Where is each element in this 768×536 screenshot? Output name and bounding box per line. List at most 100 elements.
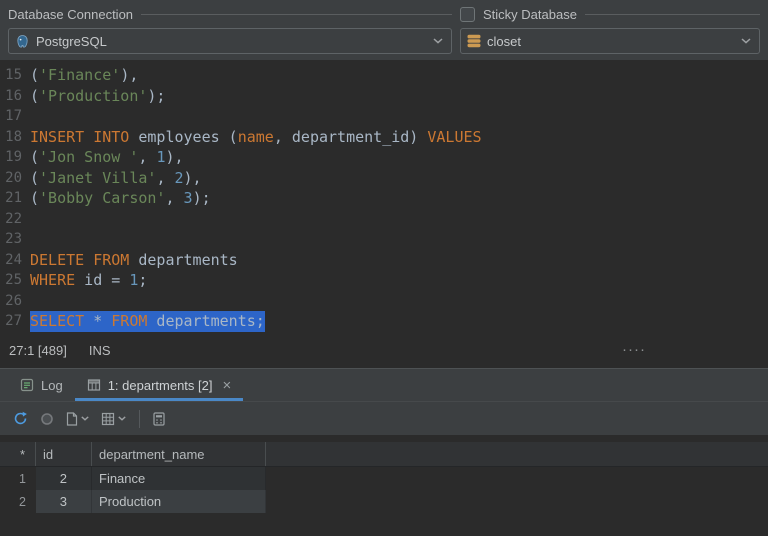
stop-circle-icon [41, 412, 53, 425]
editor-line[interactable]: 26 [0, 291, 768, 312]
close-icon[interactable]: × [222, 378, 231, 393]
editor-line[interactable]: 17 [0, 106, 768, 127]
table-header-row: * id department_name [0, 442, 768, 467]
editor-line[interactable]: 23 [0, 229, 768, 250]
code-text: ('Janet Villa', 2), [30, 168, 202, 187]
line-number: 15 [5, 67, 22, 83]
line-number: 17 [5, 108, 22, 124]
line-number: 25 [5, 272, 22, 288]
database-console-window: Database Connection Sticky Database Post… [0, 0, 768, 536]
line-number: 16 [5, 87, 22, 104]
column-header-fill [266, 442, 768, 466]
export-data-button[interactable] [61, 407, 94, 431]
column-header-id[interactable]: id [36, 442, 92, 466]
editor-line[interactable]: 27 SELECT * FROM departments; [0, 311, 768, 332]
insert-mode-indicator: INS [88, 342, 111, 358]
refresh-icon [14, 411, 27, 425]
tab-log[interactable]: Log [8, 369, 75, 401]
chevron-down-icon [433, 38, 443, 44]
log-icon [20, 378, 34, 392]
editor-line[interactable]: 20 ('Janet Villa', 2), [0, 168, 768, 189]
table-row[interactable]: 1 2 Finance [0, 467, 768, 490]
row-number-cell: 1 [19, 471, 26, 486]
column-header-department-name[interactable]: department_name [92, 442, 266, 466]
editor-line[interactable]: 22 [0, 209, 768, 230]
caret-position: 27:1 [489] [9, 342, 67, 358]
cell-id[interactable]: 2 [36, 467, 92, 490]
line-number: 26 [5, 292, 22, 309]
cell-fill [266, 490, 768, 513]
sql-editor[interactable]: 15 ('Finance'), 16 ('Production'); 17 18 INSE… [0, 60, 768, 332]
results-tab-bar: Log 1: departments [2] × [0, 368, 768, 402]
code-text: WHERE id = 1; [30, 271, 148, 289]
refresh-button[interactable] [8, 407, 33, 431]
chevron-down-icon [81, 416, 89, 421]
separator-line [584, 13, 760, 15]
splitter-handle[interactable]: ···· [622, 341, 646, 358]
cell-fill [266, 467, 768, 490]
results-toolbar [0, 402, 768, 435]
editor-line[interactable]: 15 ('Finance'), [0, 65, 768, 86]
editor-line[interactable]: 18 INSERT INTO employees (name, departmen… [0, 127, 768, 148]
editor-line[interactable]: 24 DELETE FROM departments [0, 250, 768, 271]
line-number: 23 [5, 231, 22, 247]
code-text: INSERT INTO employees (name, department_… [30, 127, 482, 146]
sticky-database-select[interactable]: closet [460, 28, 760, 54]
cell-id[interactable]: 3 [36, 490, 92, 513]
sticky-database-checkbox[interactable] [460, 6, 475, 22]
editor-line[interactable]: 21 ('Bobby Carson', 3); [0, 188, 768, 209]
line-number: 18 [5, 128, 22, 145]
line-number: 22 [5, 210, 22, 227]
table-body: 1 2 Finance 2 3 Production [0, 467, 768, 513]
code-text: SELECT * FROM departments; [30, 311, 265, 332]
view-options-button[interactable] [96, 407, 131, 431]
results-panel: * id department_name 1 2 Finance 2 3 Producti… [0, 435, 768, 536]
line-number: 20 [5, 169, 22, 186]
table-icon [87, 379, 100, 391]
connection-panel: Database Connection Sticky Database Post… [0, 0, 768, 60]
stop-button[interactable] [35, 407, 59, 431]
calculator-icon [153, 411, 165, 426]
chevron-down-icon [741, 38, 751, 44]
editor-status-bar: 27:1 [489] INS ···· [0, 332, 768, 368]
toolbar-separator [139, 409, 140, 428]
document-icon [66, 411, 78, 426]
code-text: ('Production'); [30, 86, 166, 105]
separator-line [141, 13, 452, 15]
code-text: DELETE FROM departments [30, 250, 238, 269]
chevron-down-icon [118, 416, 126, 421]
connection-selectors: PostgreSQL closet [8, 28, 760, 54]
tab-result-departments[interactable]: 1: departments [2] × [75, 369, 244, 401]
sticky-database-value: closet [487, 33, 521, 49]
database-connection-label: Database Connection [8, 6, 134, 22]
grid-icon [101, 412, 115, 425]
tab-label: 1: departments [2] [107, 377, 213, 393]
line-number: 27 [5, 313, 22, 329]
editor-line[interactable]: 16 ('Production'); [0, 86, 768, 107]
line-number: 24 [5, 251, 22, 268]
cell-department-name[interactable]: Finance [92, 467, 266, 490]
table-row[interactable]: 2 3 Production [0, 490, 768, 513]
postgresql-icon [17, 34, 28, 48]
editor-line[interactable]: 19 ('Jon Snow ', 1), [0, 147, 768, 168]
titled-separators-row: Database Connection Sticky Database [8, 5, 760, 23]
tab-label: Log [41, 377, 63, 393]
code-text: ('Finance'), [30, 66, 139, 84]
database-icon [467, 34, 481, 48]
calculator-button[interactable] [148, 407, 170, 431]
sticky-database-label: Sticky Database [483, 6, 577, 22]
database-connection-value: PostgreSQL [36, 33, 107, 49]
line-number: 21 [5, 190, 22, 206]
row-number-cell: 2 [19, 494, 26, 509]
column-header-gutter[interactable]: * [0, 442, 36, 466]
code-text: ('Jon Snow ', 1), [30, 148, 184, 166]
line-number: 19 [5, 149, 22, 165]
code-text: ('Bobby Carson', 3); [30, 189, 211, 207]
database-connection-select[interactable]: PostgreSQL [8, 28, 452, 54]
editor-line[interactable]: 25 WHERE id = 1; [0, 270, 768, 291]
cell-department-name[interactable]: Production [92, 490, 266, 513]
